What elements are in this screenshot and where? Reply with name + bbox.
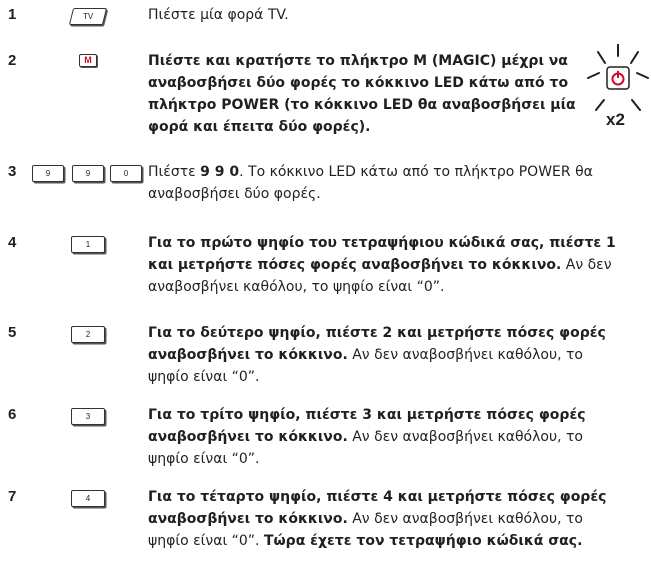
- blink-count-badge: x2: [606, 110, 625, 129]
- step-number: 3: [8, 163, 17, 180]
- key-2-icon: 2: [71, 326, 105, 343]
- step-text: Για το πρώτο ψηφίο του τετραψήφιου κώδικ…: [148, 232, 628, 298]
- step-text: Πιέστε και κρατήστε το πλήκτρο M (MAGIC)…: [148, 50, 584, 138]
- text-run: Πιέστε μία φορά TV.: [148, 7, 289, 23]
- key-9-icon: 9: [32, 165, 64, 182]
- key-1-icon: 1: [71, 236, 105, 253]
- bold-text-run: Πιέστε και κρατήστε το πλήκτρο M (MAGIC)…: [148, 53, 576, 135]
- magic-key-icon: M: [79, 54, 97, 67]
- tv-key-icon: TV: [68, 8, 108, 25]
- step-number: 6: [8, 406, 17, 423]
- step-number: 5: [8, 324, 17, 341]
- bold-text-run: Τώρα έχετε τον τετραψήφιο κώδικά σας.: [263, 533, 583, 549]
- step-number: 2: [8, 52, 17, 69]
- bold-text-run: Για το πρώτο ψηφίο του τετραψήφιου κώδικ…: [148, 235, 616, 273]
- step-number: 4: [8, 234, 17, 251]
- step-text: Πιέστε 9 9 0. Το κόκκινο LED κάτω από το…: [148, 161, 628, 205]
- bold-text-run: 9 9 0: [200, 164, 240, 180]
- step-text: Για το τέταρτο ψηφίο, πιέστε 4 και μετρή…: [148, 486, 628, 552]
- step-number: 1: [8, 6, 17, 23]
- step-text: Πιέστε μία φορά TV.: [148, 4, 628, 26]
- key-0-icon: 0: [110, 165, 142, 182]
- text-run: Πιέστε: [148, 164, 201, 180]
- step-text: Για το δεύτερο ψηφίο, πιέστε 2 και μετρή…: [148, 322, 628, 388]
- step-text: Για το τρίτο ψηφίο, πιέστε 3 και μετρήστ…: [148, 404, 628, 470]
- step-number: 7: [8, 488, 17, 505]
- key-4-icon: 4: [71, 490, 105, 507]
- key-3-icon: 3: [71, 408, 105, 425]
- key-9-icon: 9: [72, 165, 104, 182]
